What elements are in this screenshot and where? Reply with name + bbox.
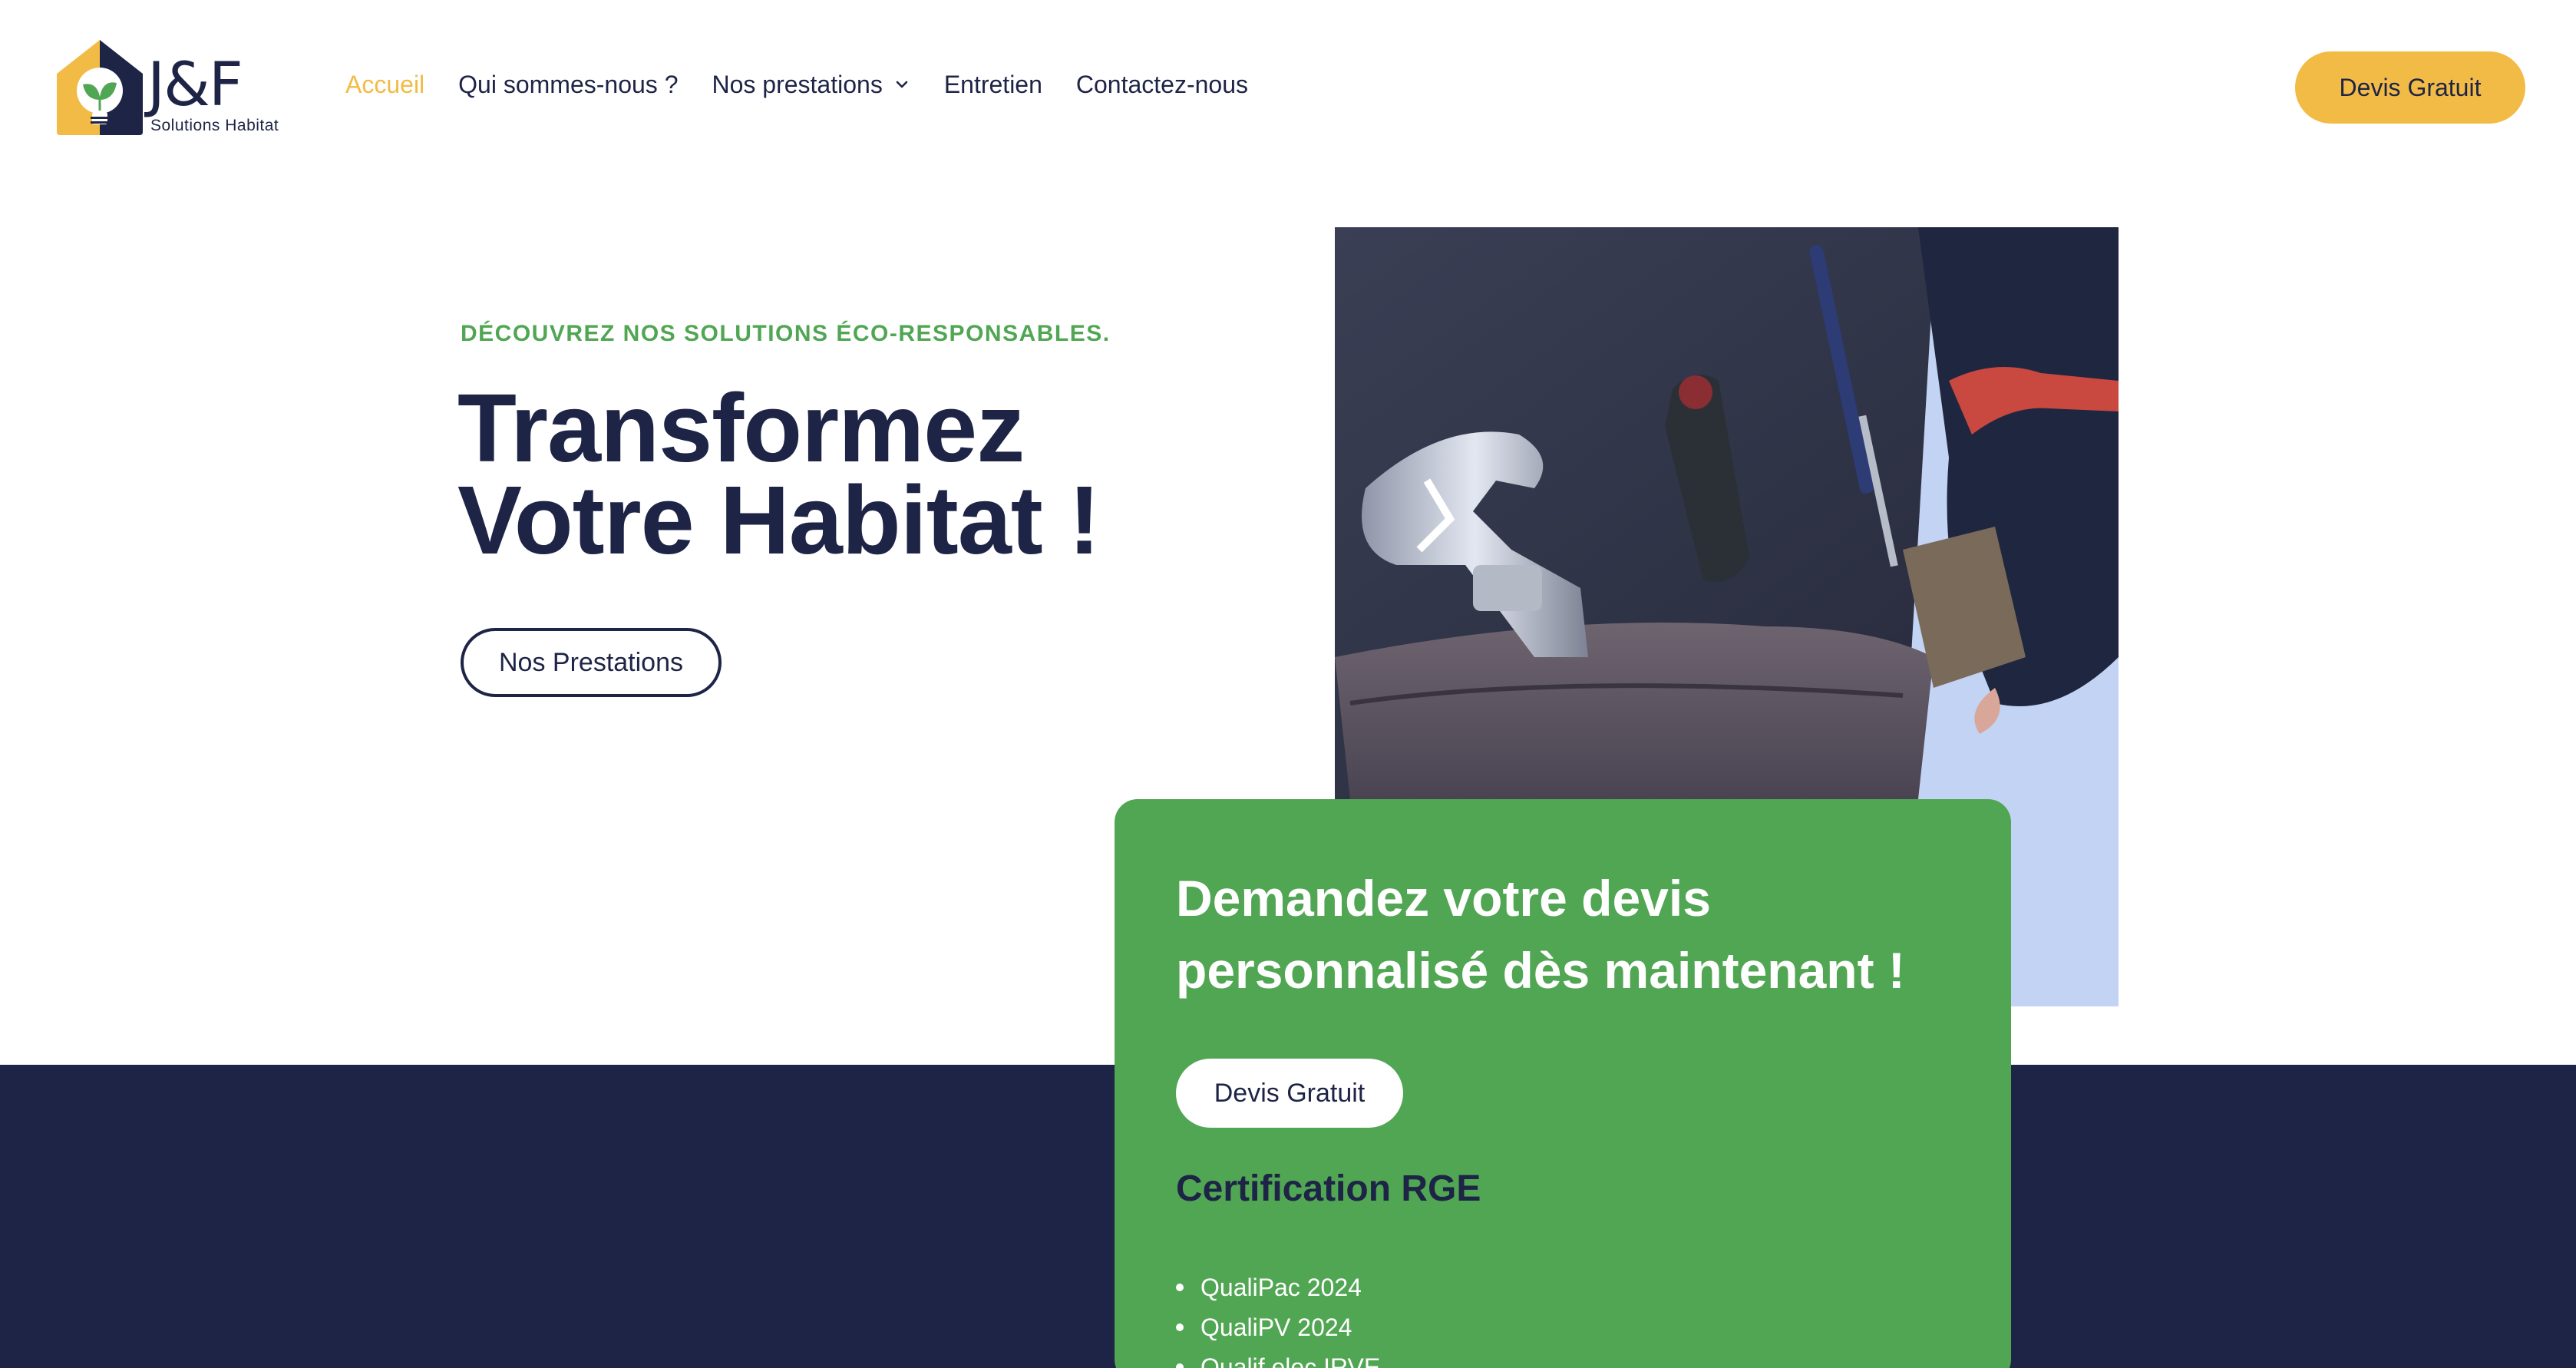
nav-item-nos-prestations[interactable]: Nos prestations <box>712 71 910 99</box>
nav-item-qui-sommes-nous[interactable]: Qui sommes-nous ? <box>458 71 678 99</box>
chevron-down-icon <box>896 81 908 88</box>
main-nav: Accueil Qui sommes-nous ? Nos prestation… <box>345 68 1282 101</box>
house-leaf-icon <box>57 40 143 135</box>
certification-item: Qualif elec IRVE <box>1200 1353 1381 1368</box>
devis-gratuit-header-button[interactable]: Devis Gratuit <box>2295 51 2525 124</box>
certification-item: QualiPac 2024 <box>1200 1274 1362 1301</box>
nav-item-contactez-nous[interactable]: Contactez-nous <box>1076 71 1248 99</box>
nos-prestations-button[interactable]: Nos Prestations <box>461 628 722 697</box>
hero-eyebrow: DÉCOUVREZ NOS SOLUTIONS ÉCO-RESPONSABLES… <box>461 321 1111 346</box>
site-header: J&F Solutions Habitat Accueil Qui sommes… <box>0 0 2576 169</box>
devis-card: Demandez votre devis personnalisé dès ma… <box>1115 799 2011 1368</box>
brand-logo[interactable]: J&F Solutions Habitat <box>57 37 287 138</box>
devis-card-title-line2: personnalisé dès maintenant ! <box>1176 942 1905 999</box>
nav-item-entretien[interactable]: Entretien <box>944 71 1042 99</box>
devis-card-title: Demandez votre devis personnalisé dès ma… <box>1176 862 1959 1006</box>
nav-item-label: Nos prestations <box>712 70 883 98</box>
logo-subtitle: Solutions Habitat <box>150 117 279 134</box>
bullet-icon <box>1176 1284 1184 1291</box>
bullet-icon <box>1176 1363 1184 1368</box>
hero-title-line2: Votre Habitat ! <box>457 466 1101 574</box>
certification-list: QualiPac 2024 QualiPV 2024 Qualif elec I… <box>1176 1267 1380 1368</box>
certification-title: Certification RGE <box>1176 1168 1481 1209</box>
logo-wordmark: J&F <box>147 51 243 120</box>
list-item: Qualif elec IRVE <box>1176 1347 1380 1368</box>
nav-item-accueil[interactable]: Accueil <box>345 71 424 99</box>
list-item: QualiPac 2024 <box>1176 1267 1380 1307</box>
bullet-icon <box>1176 1323 1184 1331</box>
devis-card-title-line1: Demandez votre devis <box>1176 870 1711 927</box>
devis-gratuit-card-button[interactable]: Devis Gratuit <box>1176 1059 1403 1128</box>
certification-item: QualiPV 2024 <box>1200 1313 1352 1341</box>
hero-title: Transformez Votre Habitat ! <box>457 380 1302 569</box>
list-item: QualiPV 2024 <box>1176 1307 1380 1347</box>
